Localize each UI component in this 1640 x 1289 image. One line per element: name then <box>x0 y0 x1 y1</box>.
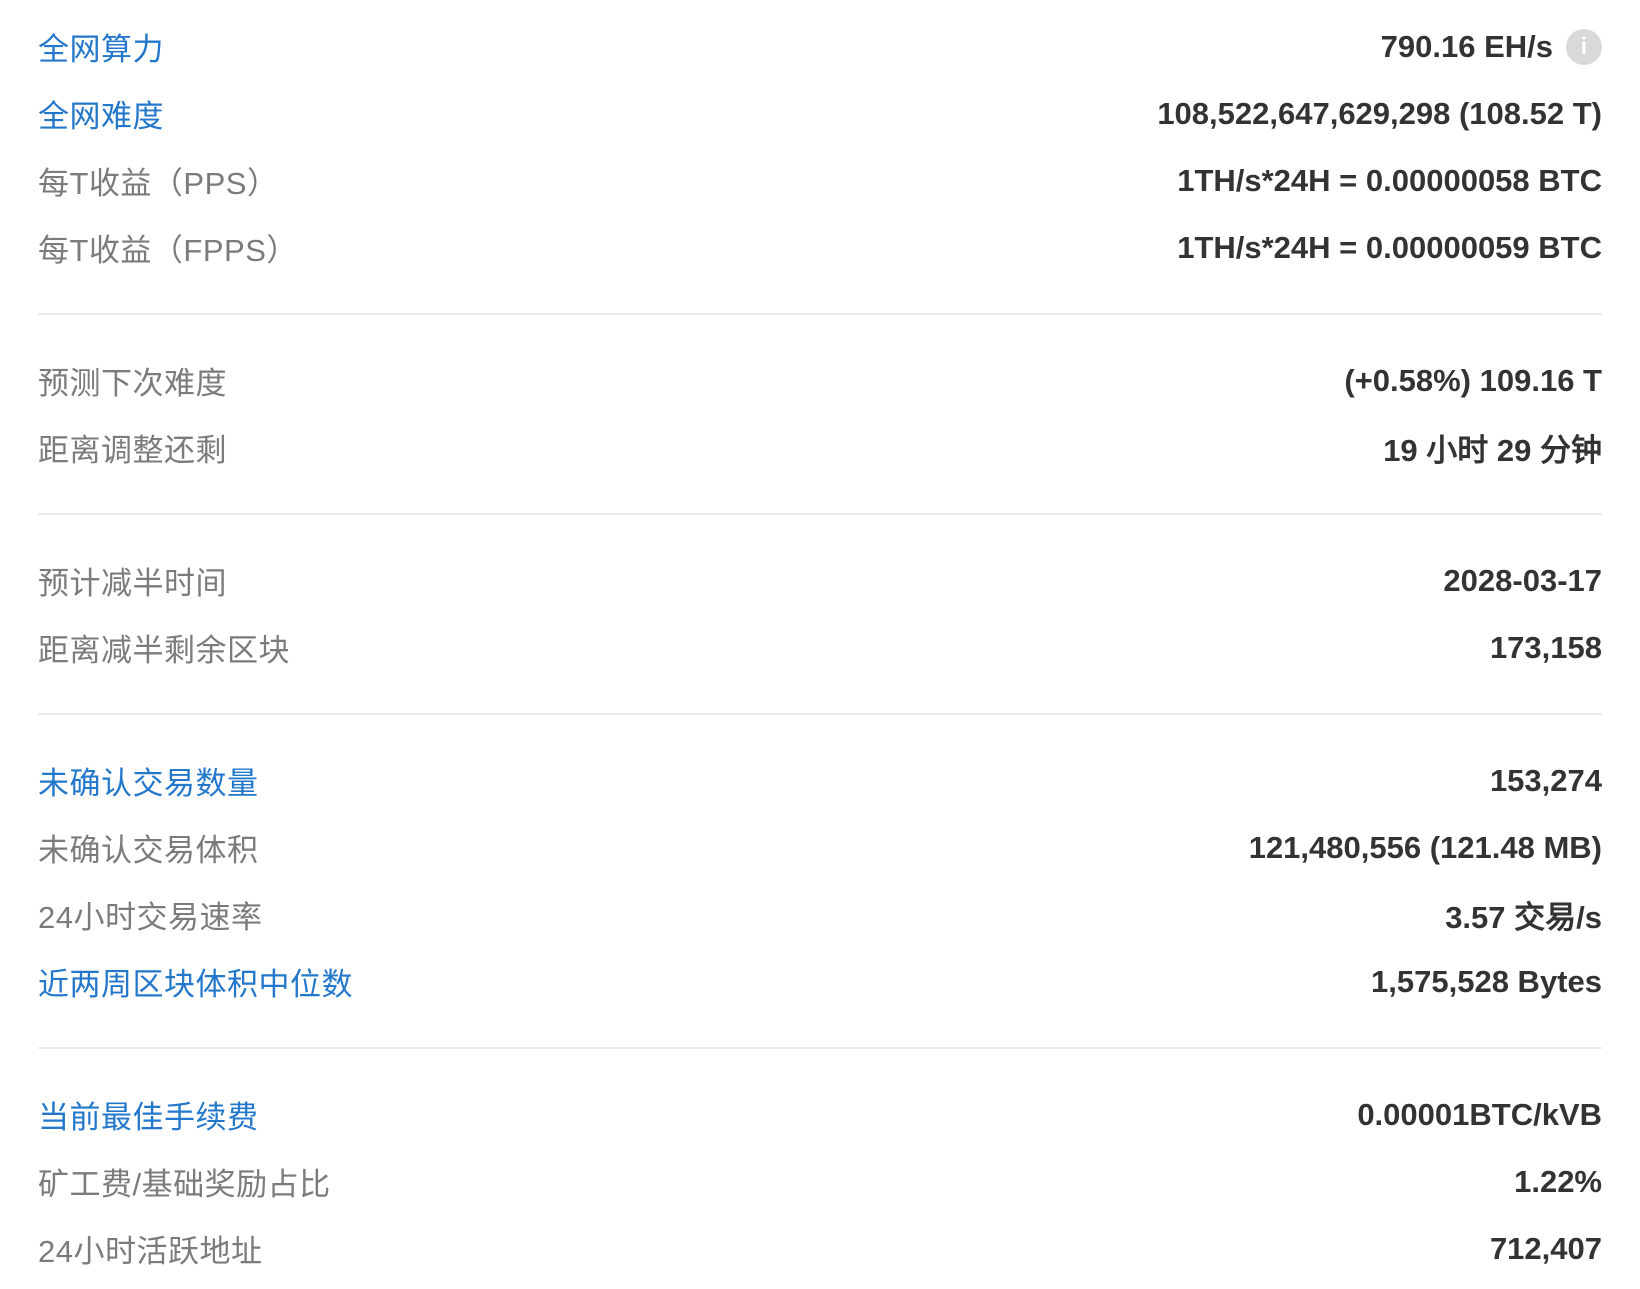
row-network-hashrate: 全网算力 790.16 EH/s i <box>38 13 1602 80</box>
fee-to-reward-ratio-value: 1.22% <box>1514 1163 1602 1199</box>
row-best-fee-rate: 当前最佳手续费 0.00001BTC/kVB <box>38 1081 1602 1148</box>
row-fee-to-reward-ratio: 矿工费/基础奖励占比 1.22% <box>38 1148 1602 1215</box>
fee-to-reward-ratio-label: 矿工费/基础奖励占比 <box>38 1167 331 1202</box>
best-fee-rate-value: 0.00001BTC/kVB <box>1357 1096 1602 1132</box>
median-block-size-label[interactable]: 近两周区块体积中位数 <box>38 959 353 1004</box>
row-network-difficulty: 全网难度 108,522,647,629,298 (108.52 T) <box>38 80 1602 147</box>
active-addresses-24h-value: 712,407 <box>1489 1230 1602 1266</box>
section-network: 全网算力 790.16 EH/s i 全网难度 108,522,647,629,… <box>38 13 1602 281</box>
row-active-addresses-24h: 24小时活跃地址 712,407 <box>38 1215 1602 1282</box>
next-difficulty-value: (+0.58%) 109.16 T <box>1344 362 1602 398</box>
row-blocks-until-halving: 距离减半剩余区块 173,158 <box>38 614 1602 681</box>
section-divider <box>38 1047 1602 1049</box>
row-pps-earnings: 每T收益（PPS） 1TH/s*24H = 0.00000058 BTC <box>38 147 1602 214</box>
section-halving: 预计减半时间 2028-03-17 距离减半剩余区块 173,158 <box>38 547 1602 681</box>
section-fees: 当前最佳手续费 0.00001BTC/kVB 矿工费/基础奖励占比 1.22% … <box>38 1081 1602 1282</box>
section-divider <box>38 513 1602 515</box>
row-unconfirmed-tx-count: 未确认交易数量 153,274 <box>38 747 1602 814</box>
halving-date-value: 2028-03-17 <box>1443 562 1602 598</box>
section-divider <box>38 713 1602 715</box>
best-fee-rate-label[interactable]: 当前最佳手续费 <box>38 1092 259 1137</box>
row-median-block-size: 近两周区块体积中位数 1,575,528 Bytes <box>38 948 1602 1015</box>
time-to-adjustment-label: 距离调整还剩 <box>38 433 227 468</box>
unconfirmed-tx-count-label[interactable]: 未确认交易数量 <box>38 758 259 803</box>
row-time-to-adjustment: 距离调整还剩 19 小时 29 分钟 <box>38 414 1602 481</box>
unconfirmed-tx-size-label: 未确认交易体积 <box>38 833 259 868</box>
halving-date-label: 预计减半时间 <box>38 566 227 601</box>
active-addresses-24h-label: 24小时活跃地址 <box>38 1234 263 1269</box>
info-icon[interactable]: i <box>1566 28 1602 65</box>
network-difficulty-value: 108,522,647,629,298 (108.52 T) <box>1157 95 1602 131</box>
blocks-until-halving-value: 173,158 <box>1489 629 1602 665</box>
row-halving-date: 预计减半时间 2028-03-17 <box>38 547 1602 614</box>
tx-rate-24h-label: 24小时交易速率 <box>38 900 263 935</box>
blocks-until-halving-label: 距离减半剩余区块 <box>38 633 290 668</box>
row-fpps-earnings: 每T收益（FPPS） 1TH/s*24H = 0.00000059 BTC <box>38 214 1602 281</box>
fpps-earnings-value: 1TH/s*24H = 0.00000059 BTC <box>1177 229 1602 265</box>
next-difficulty-label: 预测下次难度 <box>38 366 227 401</box>
network-stats-panel: 全网算力 790.16 EH/s i 全网难度 108,522,647,629,… <box>0 0 1640 1289</box>
network-hashrate-value: 790.16 EH/s <box>1380 28 1553 64</box>
unconfirmed-tx-count-value: 153,274 <box>1489 762 1602 798</box>
median-block-size-value: 1,575,528 Bytes <box>1371 963 1602 999</box>
network-hashrate-value-group: 790.16 EH/s i <box>1380 28 1602 65</box>
network-hashrate-label[interactable]: 全网算力 <box>38 24 164 69</box>
pps-earnings-label: 每T收益（PPS） <box>38 166 279 201</box>
section-difficulty-adjustment: 预测下次难度 (+0.58%) 109.16 T 距离调整还剩 19 小时 29… <box>38 347 1602 481</box>
tx-rate-24h-value: 3.57 交易/s <box>1445 900 1602 935</box>
row-tx-rate-24h: 24小时交易速率 3.57 交易/s <box>38 881 1602 948</box>
section-divider <box>38 313 1602 315</box>
network-difficulty-label[interactable]: 全网难度 <box>38 91 164 136</box>
pps-earnings-value: 1TH/s*24H = 0.00000058 BTC <box>1177 162 1602 198</box>
row-next-difficulty: 预测下次难度 (+0.58%) 109.16 T <box>38 347 1602 414</box>
row-unconfirmed-tx-size: 未确认交易体积 121,480,556 (121.48 MB) <box>38 814 1602 881</box>
fpps-earnings-label: 每T收益（FPPS） <box>38 233 298 268</box>
unconfirmed-tx-size-value: 121,480,556 (121.48 MB) <box>1248 829 1602 865</box>
section-transactions: 未确认交易数量 153,274 未确认交易体积 121,480,556 (121… <box>38 747 1602 1015</box>
time-to-adjustment-value: 19 小时 29 分钟 <box>1383 433 1602 468</box>
